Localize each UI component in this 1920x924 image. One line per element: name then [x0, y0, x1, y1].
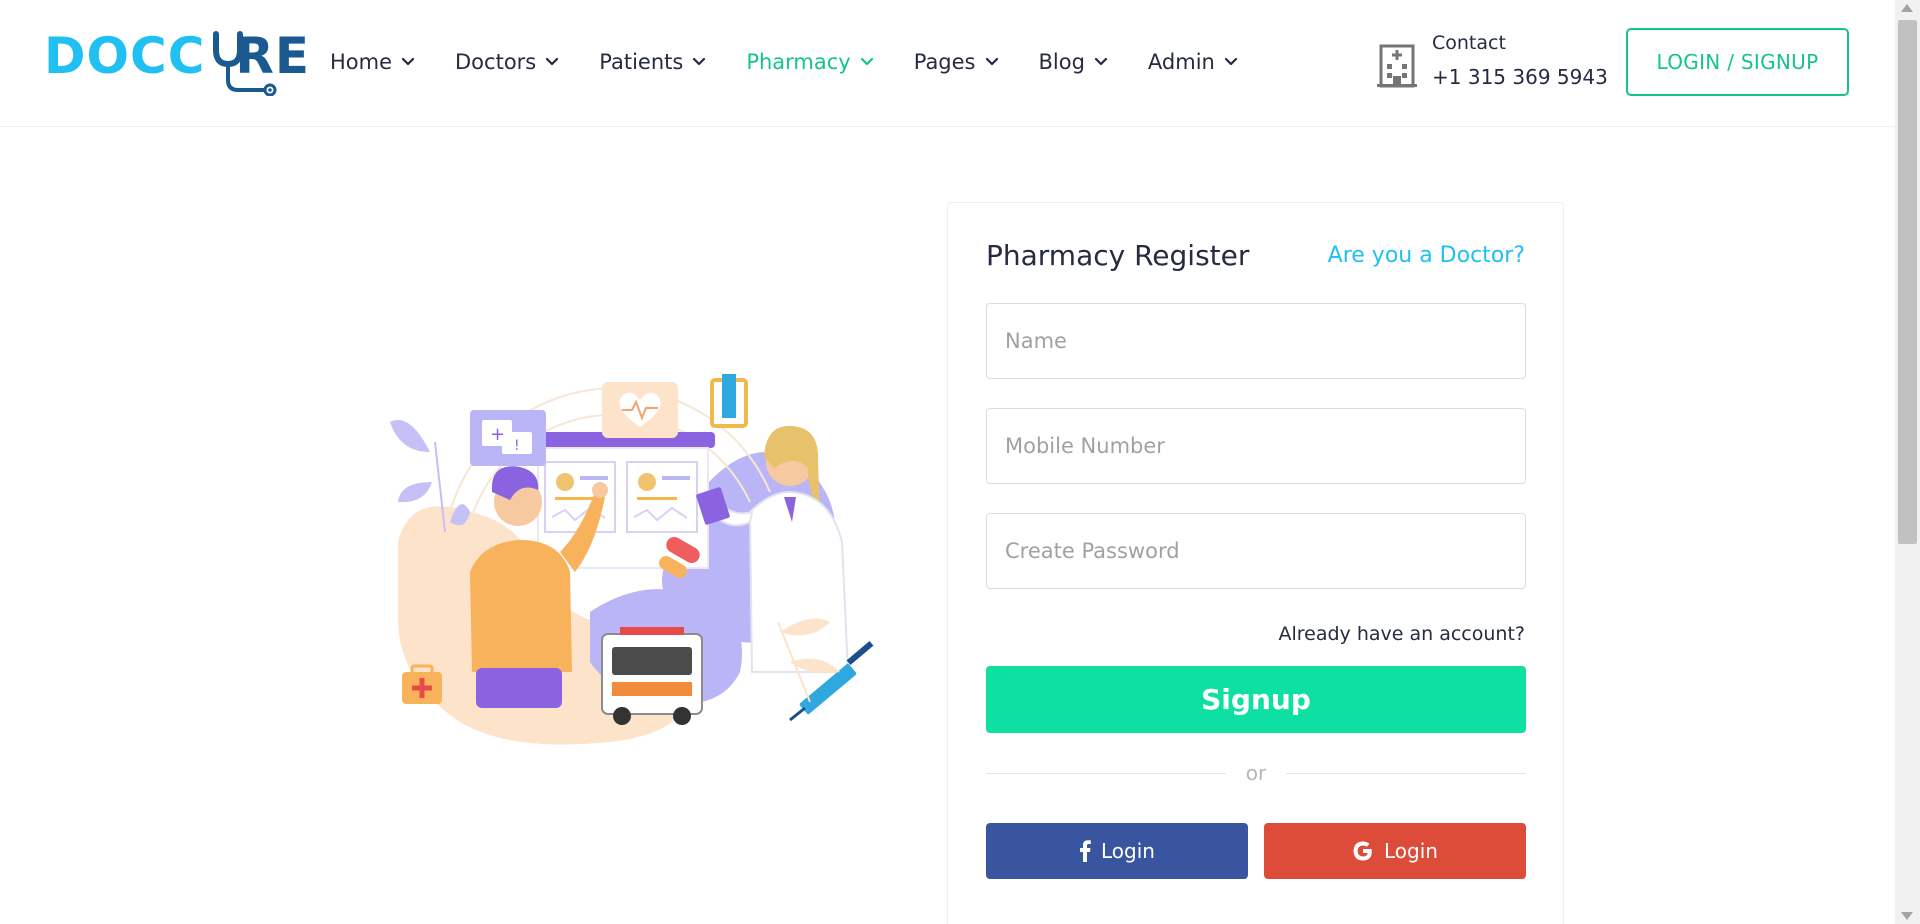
nav-admin-label: Admin [1147, 50, 1215, 74]
doccure-logo[interactable]: DOCC RE [44, 28, 309, 96]
scrollbar-thumb[interactable] [1898, 20, 1917, 544]
divider-line-right [1286, 773, 1526, 774]
register-card: Pharmacy Register Are you a Doctor? Alre… [947, 202, 1564, 924]
google-login-button[interactable]: Login [1264, 823, 1526, 879]
nav-patients-label: Patients [599, 50, 684, 74]
contact-phone[interactable]: +1 315 369 5943 [1432, 65, 1608, 89]
nav-item-patients[interactable]: Patients [599, 50, 706, 74]
pharmacy-illustration: + ! [390, 374, 874, 745]
chevron-down-icon [860, 55, 874, 69]
facebook-login-label: Login [1101, 839, 1155, 863]
nav-item-pages[interactable]: Pages [914, 50, 999, 74]
scroll-down-arrow-icon[interactable] [1901, 912, 1913, 920]
nav-doctors-label: Doctors [455, 50, 537, 74]
hospital-building-icon [1377, 44, 1417, 88]
chevron-down-icon [692, 55, 706, 69]
login-signup-button[interactable]: LOGIN / SIGNUP [1626, 28, 1849, 96]
stethoscope-icon [213, 31, 277, 96]
vertical-scrollbar[interactable] [1895, 0, 1920, 924]
main-nav: Home Doctors Patients Pharmacy Pages Blo… [330, 46, 1278, 78]
register-title: Pharmacy Register [986, 239, 1250, 272]
already-account-link[interactable]: Already have an account? [1278, 623, 1525, 645]
nav-item-admin[interactable]: Admin [1148, 50, 1238, 74]
doctor-register-link[interactable]: Are you a Doctor? [1328, 243, 1525, 268]
mobile-input[interactable] [987, 409, 1525, 483]
password-field[interactable] [986, 513, 1526, 589]
google-login-label: Login [1384, 839, 1438, 863]
password-input[interactable] [987, 514, 1525, 588]
nav-pharmacy-label: Pharmacy [746, 50, 851, 74]
contact-label: Contact [1432, 32, 1506, 54]
signup-button[interactable]: Signup [986, 666, 1526, 733]
chevron-down-icon [1224, 55, 1238, 69]
chevron-down-icon [1094, 55, 1108, 69]
or-divider: or [986, 761, 1526, 785]
name-input[interactable] [987, 304, 1525, 378]
chevron-down-icon [401, 55, 415, 69]
chevron-down-icon [545, 55, 559, 69]
nav-item-blog[interactable]: Blog [1039, 50, 1108, 74]
nav-home-label: Home [330, 50, 393, 74]
chevron-down-icon [985, 55, 999, 69]
header-contact: Contact +1 315 369 5943 [1376, 32, 1608, 94]
scroll-up-arrow-icon[interactable] [1901, 4, 1913, 12]
name-field[interactable] [986, 303, 1526, 379]
mobile-field[interactable] [986, 408, 1526, 484]
svg-text:+: + [490, 424, 505, 445]
nav-blog-label: Blog [1038, 50, 1085, 74]
svg-text:!: ! [514, 438, 520, 454]
facebook-login-button[interactable]: Login [986, 823, 1248, 879]
nav-pages-label: Pages [913, 50, 976, 74]
nav-item-home[interactable]: Home [330, 50, 415, 74]
facebook-icon [1079, 840, 1091, 862]
nav-item-doctors[interactable]: Doctors [455, 50, 559, 74]
site-header: DOCC RE Home Doctors Patients Pharmacy Pa… [0, 0, 1895, 127]
google-icon [1352, 840, 1374, 862]
nav-item-pharmacy[interactable]: Pharmacy [746, 50, 873, 74]
